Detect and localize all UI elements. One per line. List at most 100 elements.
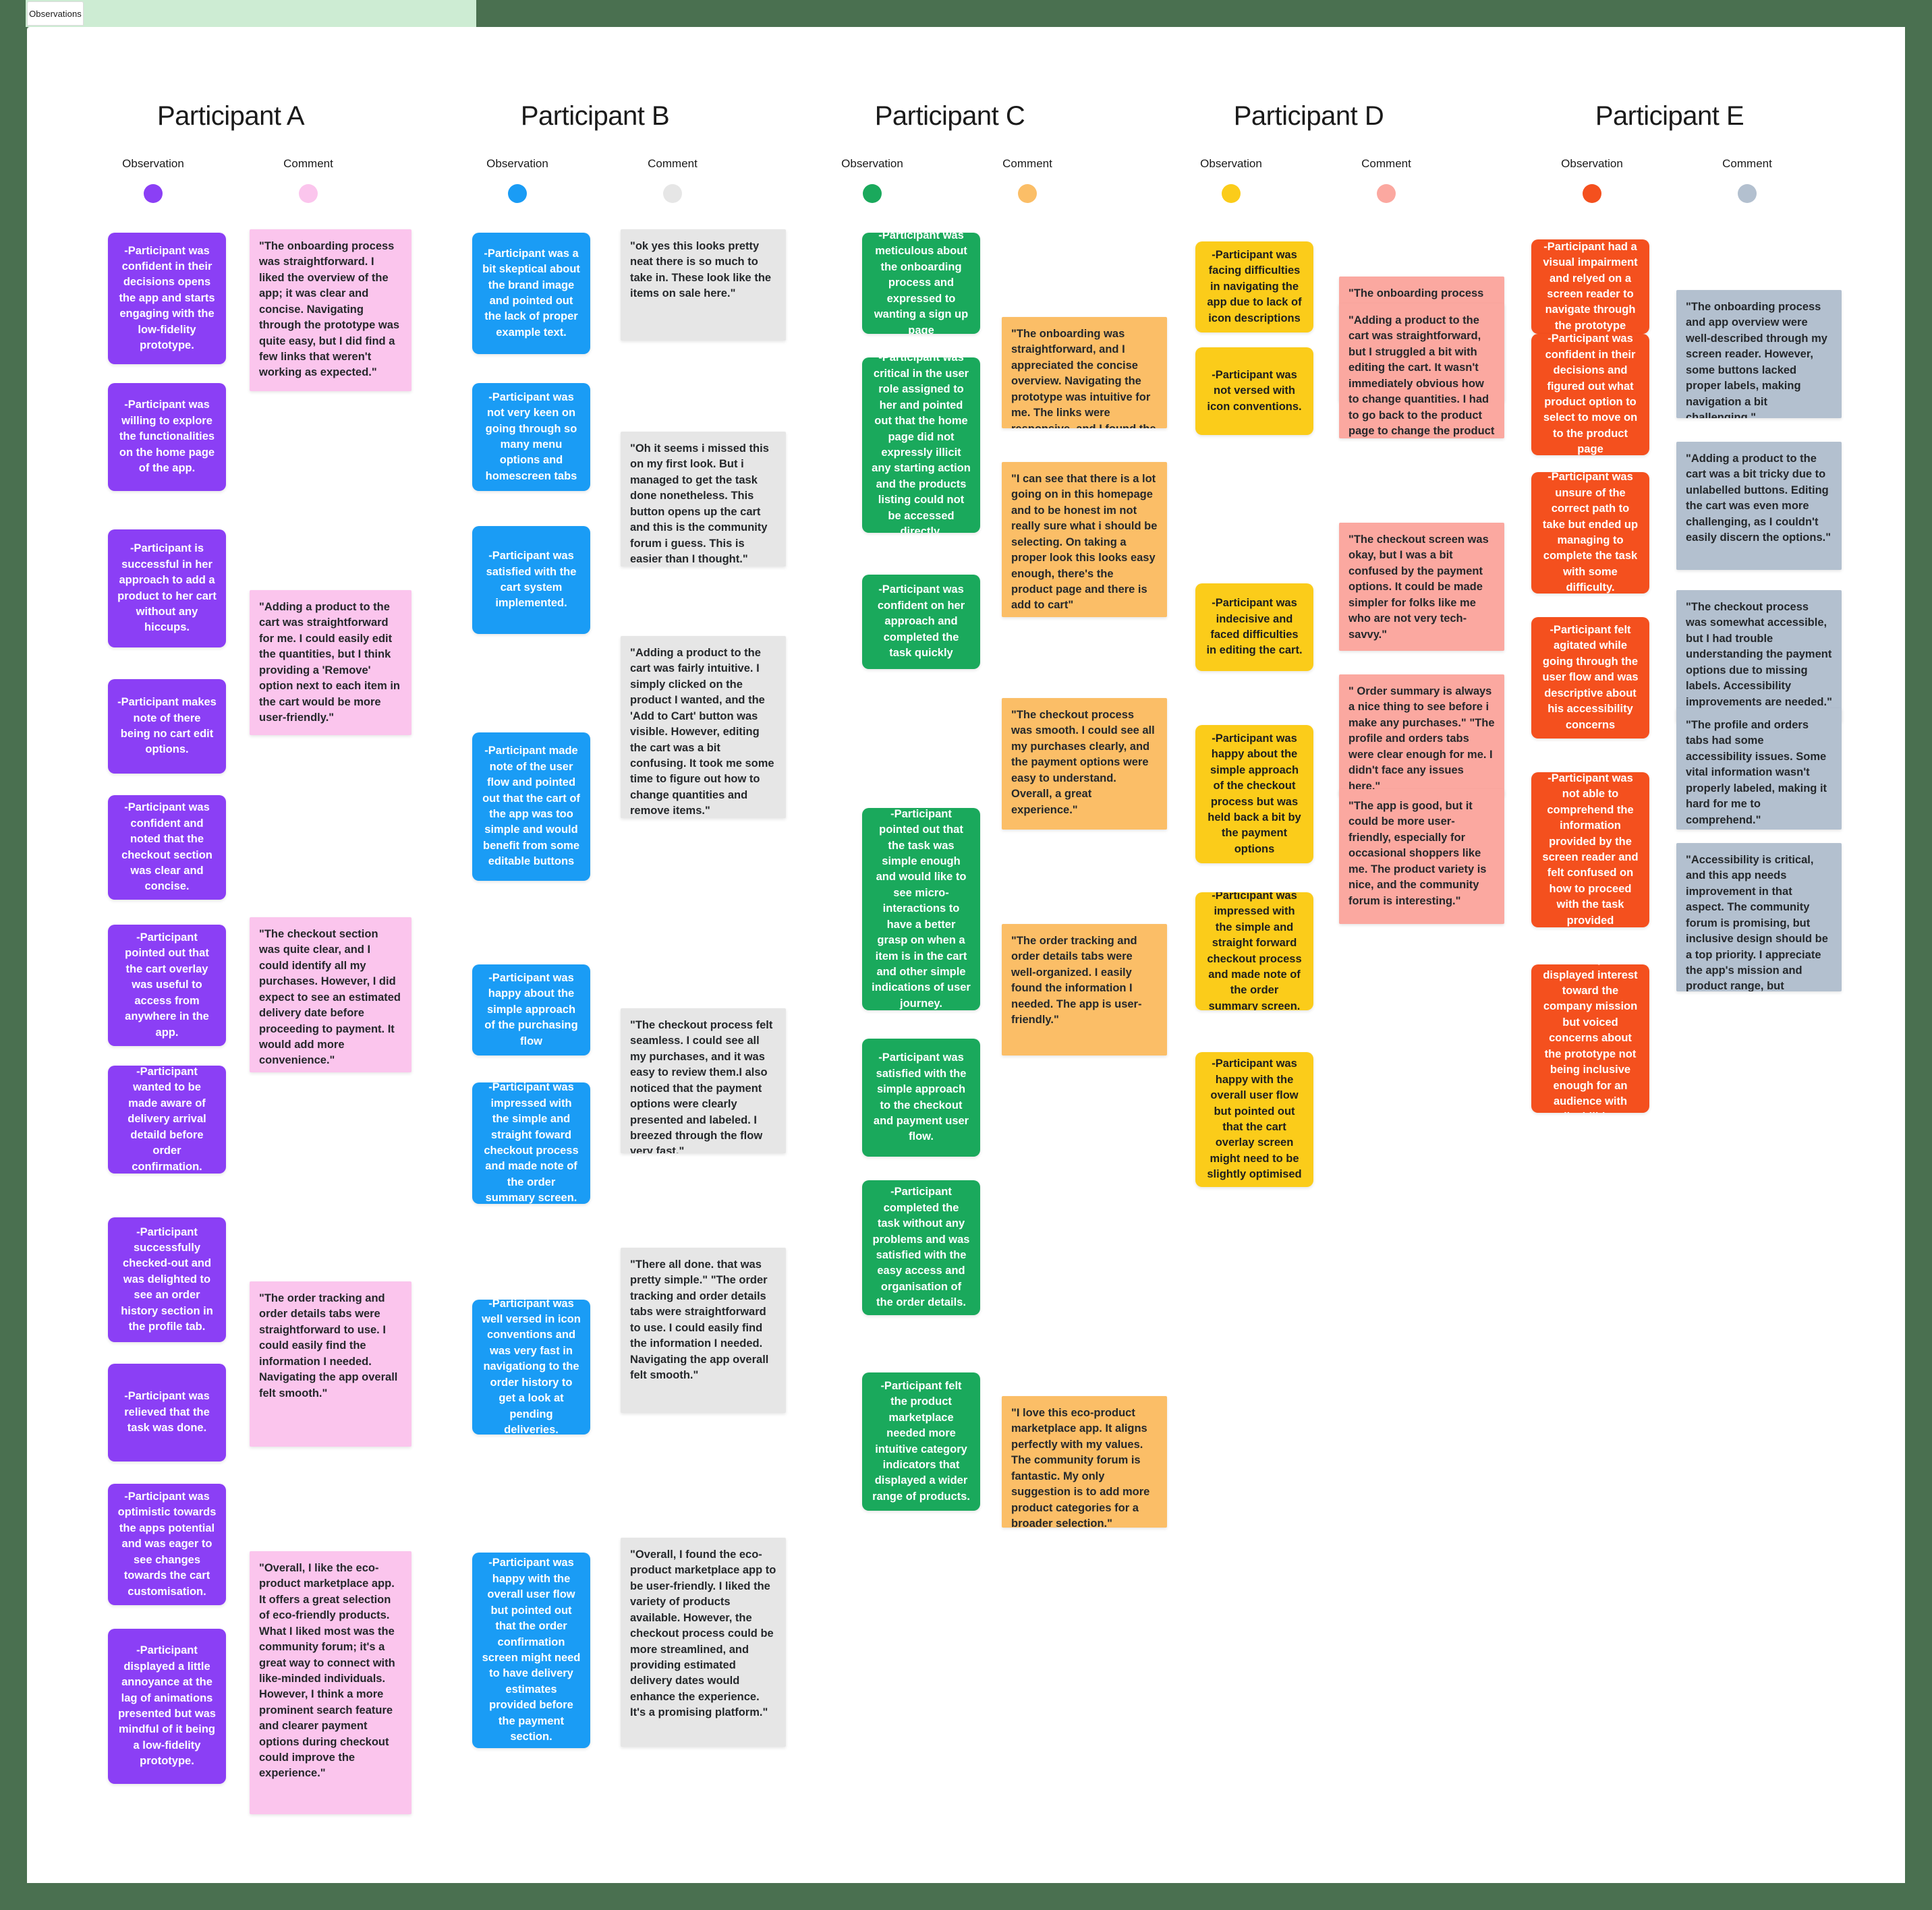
observation-note[interactable]: -Participant made note of the user flow … (472, 732, 590, 881)
comment-note-text: "The checkout process was smooth. I coul… (1011, 709, 1155, 816)
comment-note[interactable]: "The checkout screen was okay, but I was… (1339, 523, 1504, 651)
comment-note[interactable]: "Accessibility is critical, and this app… (1676, 843, 1842, 991)
observation-note[interactable]: -Participant had a visual impairment and… (1531, 239, 1649, 334)
comment-note[interactable]: "The checkout process was smooth. I coul… (1002, 698, 1167, 830)
comment-note[interactable]: "The onboarding process and app overview… (1676, 290, 1842, 418)
observation-note[interactable]: -Participant was impressed with the simp… (1195, 892, 1313, 1010)
comment-legend: Comment (1322, 157, 1450, 203)
comment-note[interactable]: "The checkout section was quite clear, a… (250, 917, 411, 1072)
comment-note[interactable]: "Overall, I like the eco-product marketp… (250, 1551, 411, 1814)
observation-note[interactable]: -Participant was relieved that the task … (108, 1364, 226, 1462)
observation-note[interactable]: -Participant was confident in their deci… (1531, 334, 1649, 455)
comment-note-text: "Adding a product to the cart was straig… (1348, 314, 1495, 437)
observation-note[interactable]: -Participant felt the product marketplac… (862, 1372, 980, 1511)
comment-note[interactable]: "I love this eco-product marketplace app… (1002, 1396, 1167, 1528)
observation-note-text: -Participant was happy about the simple … (1208, 732, 1301, 855)
observation-note[interactable]: -Participant displayed a little annoyanc… (108, 1629, 226, 1784)
comment-note[interactable]: "The order tracking and order details ta… (250, 1281, 411, 1447)
observation-note[interactable]: -Participant was impressed with the simp… (472, 1082, 590, 1204)
observation-note[interactable]: -Participant was satisfied with the cart… (472, 526, 590, 634)
participant-title: Participant C (874, 101, 1025, 131)
observation-note[interactable]: -Participant was unsure of the correct p… (1531, 472, 1649, 594)
tab-observations[interactable]: Observations (27, 1, 84, 26)
observation-note[interactable]: -Participant was well versed in icon con… (472, 1300, 590, 1435)
comment-note[interactable]: "The checkout process felt seamless. I c… (621, 1008, 786, 1153)
observation-board: Participant A Observation Comment -Particip… (27, 27, 1905, 1883)
observation-note[interactable]: -Participant was happy about the simple … (472, 964, 590, 1055)
legend: Observation Comment (1167, 157, 1450, 203)
comment-note-text: "The checkout process was somewhat acces… (1686, 601, 1832, 708)
comment-note[interactable]: "There all done. that was pretty simple.… (621, 1248, 786, 1413)
observation-note[interactable]: -Participant makes note of there being n… (108, 679, 226, 774)
comment-note[interactable]: " Order summary is always a nice thing t… (1339, 674, 1504, 796)
comment-note[interactable]: "The onboarding process was straightforw… (250, 229, 411, 391)
comment-note-text: "Adding a product to the cart was a bit … (1686, 453, 1831, 544)
observation-note[interactable]: -Participant displayed interest toward t… (1531, 964, 1649, 1113)
observation-legend-color-dot (1583, 184, 1601, 203)
comment-note-text: "The order tracking and order details ta… (259, 1292, 398, 1399)
observation-note[interactable]: -Participant pointed out that the task w… (862, 808, 980, 1010)
observation-legend-color-dot (144, 184, 163, 203)
comment-note[interactable]: "Adding a product to the cart was fairly… (621, 636, 786, 818)
observation-note[interactable]: -Participant completed the task without … (862, 1180, 980, 1315)
observation-note[interactable]: -Participant was critical in the user ro… (862, 357, 980, 533)
observation-note-text: -Participant was happy with the overall … (1207, 1058, 1302, 1181)
observation-note[interactable]: -Participant was facing difficulties in … (1195, 241, 1313, 332)
observation-note-text: -Participant was critical in the user ro… (872, 357, 971, 533)
participant-title: Participant E (1595, 101, 1744, 131)
observation-note[interactable]: -Participant was not very keen on going … (472, 383, 590, 491)
observation-note[interactable]: -Participant was happy with the overall … (472, 1553, 590, 1748)
comment-note[interactable]: "Adding a product to the cart was a bit … (1676, 442, 1842, 570)
comment-note[interactable]: "Overall, I found the eco-product market… (621, 1538, 786, 1747)
observation-note-text: -Participant had a visual impairment and… (1543, 240, 1638, 332)
comment-legend: Comment (1683, 157, 1811, 203)
comment-note[interactable]: "The order tracking and order details ta… (1002, 924, 1167, 1055)
observation-note[interactable]: -Participant was confident in their deci… (108, 233, 226, 364)
comment-note[interactable]: "The app is good, but it could be more u… (1339, 789, 1504, 924)
comment-note[interactable]: "The onboarding was straightforward, and… (1002, 317, 1167, 428)
observation-note[interactable]: -Participant was happy with the overall … (1195, 1052, 1313, 1187)
observation-note-text: -Participant displayed interest toward t… (1543, 964, 1638, 1113)
comment-note[interactable]: "ok yes this looks pretty neat there is … (621, 229, 786, 341)
observation-legend-color-dot (1222, 184, 1241, 203)
comment-note[interactable]: "Adding a product to the cart was straig… (1339, 303, 1504, 438)
comment-note-text: "The checkout process felt seamless. I c… (630, 1019, 773, 1153)
comment-note-text: "Overall, I like the eco-product marketp… (259, 1562, 395, 1780)
observation-note[interactable]: -Participant felt agitated while going t… (1531, 617, 1649, 739)
participant-column-header: Participant E Observation Comment (1528, 101, 1811, 203)
observation-note[interactable]: -Participant was meticulous about the on… (862, 233, 980, 334)
observation-note[interactable]: -Participant pointed out that the cart o… (108, 925, 226, 1046)
comment-note-text: "The onboarding process was straightforw… (259, 240, 400, 379)
board-canvas[interactable]: Participant A Observation Comment -Particip… (27, 27, 1905, 1883)
observation-note[interactable]: -Participant was satisfied with the simp… (862, 1039, 980, 1157)
observation-note-text: -Participant was not very keen on going … (485, 390, 577, 482)
comment-note[interactable]: "The profile and orders tabs had some ac… (1676, 708, 1842, 830)
observation-note[interactable]: -Participant was happy about the simple … (1195, 725, 1313, 863)
observation-note-text: -Participant was satisfied with the simp… (873, 1051, 969, 1143)
observation-note-text: -Participant was happy with the overall … (482, 1557, 581, 1743)
comment-note[interactable]: "Oh it seems i missed this on my first l… (621, 432, 786, 567)
comment-legend-label: Comment (1722, 157, 1772, 170)
observation-note[interactable]: -Participant was not versed with icon co… (1195, 347, 1313, 435)
comment-note[interactable]: "The checkout process was somewhat acces… (1676, 590, 1842, 722)
observation-note[interactable]: -Participant was indecisive and faced di… (1195, 583, 1313, 671)
observation-note[interactable]: -Participant was a bit skeptical about t… (472, 233, 590, 354)
observation-legend-color-dot (863, 184, 882, 203)
comment-note[interactable]: "Adding a product to the cart was straig… (250, 590, 411, 735)
observation-note[interactable]: -Participant was not able to comprehend … (1531, 772, 1649, 927)
observation-legend-label: Observation (1561, 157, 1623, 170)
observation-note[interactable]: -Participant wanted to be made aware of … (108, 1066, 226, 1174)
comment-note-text: "The onboarding was straightforward, and… (1011, 328, 1156, 428)
observation-note[interactable]: -Participant is successful in her approa… (108, 529, 226, 647)
observation-note-text: -Participant completed the task without … (872, 1186, 970, 1309)
observation-note[interactable]: -Participant was willing to explore the … (108, 383, 226, 491)
observation-note-text: -Participant was not able to comprehend … (1542, 772, 1639, 927)
observation-note[interactable]: -Participant was confident and noted tha… (108, 795, 226, 900)
observation-legend: Observation (808, 157, 936, 203)
observation-note-text: -Participant made note of the user flow … (482, 745, 580, 868)
observation-note[interactable]: -Participant successfully checked-out an… (108, 1217, 226, 1342)
observation-note[interactable]: -Participant was optimistic towards the … (108, 1484, 226, 1605)
observation-note-text: -Participant was well versed in icon con… (482, 1300, 581, 1435)
observation-note[interactable]: -Participant was confident on her approa… (862, 575, 980, 669)
comment-note[interactable]: "I can see that there is a lot going on … (1002, 462, 1167, 617)
